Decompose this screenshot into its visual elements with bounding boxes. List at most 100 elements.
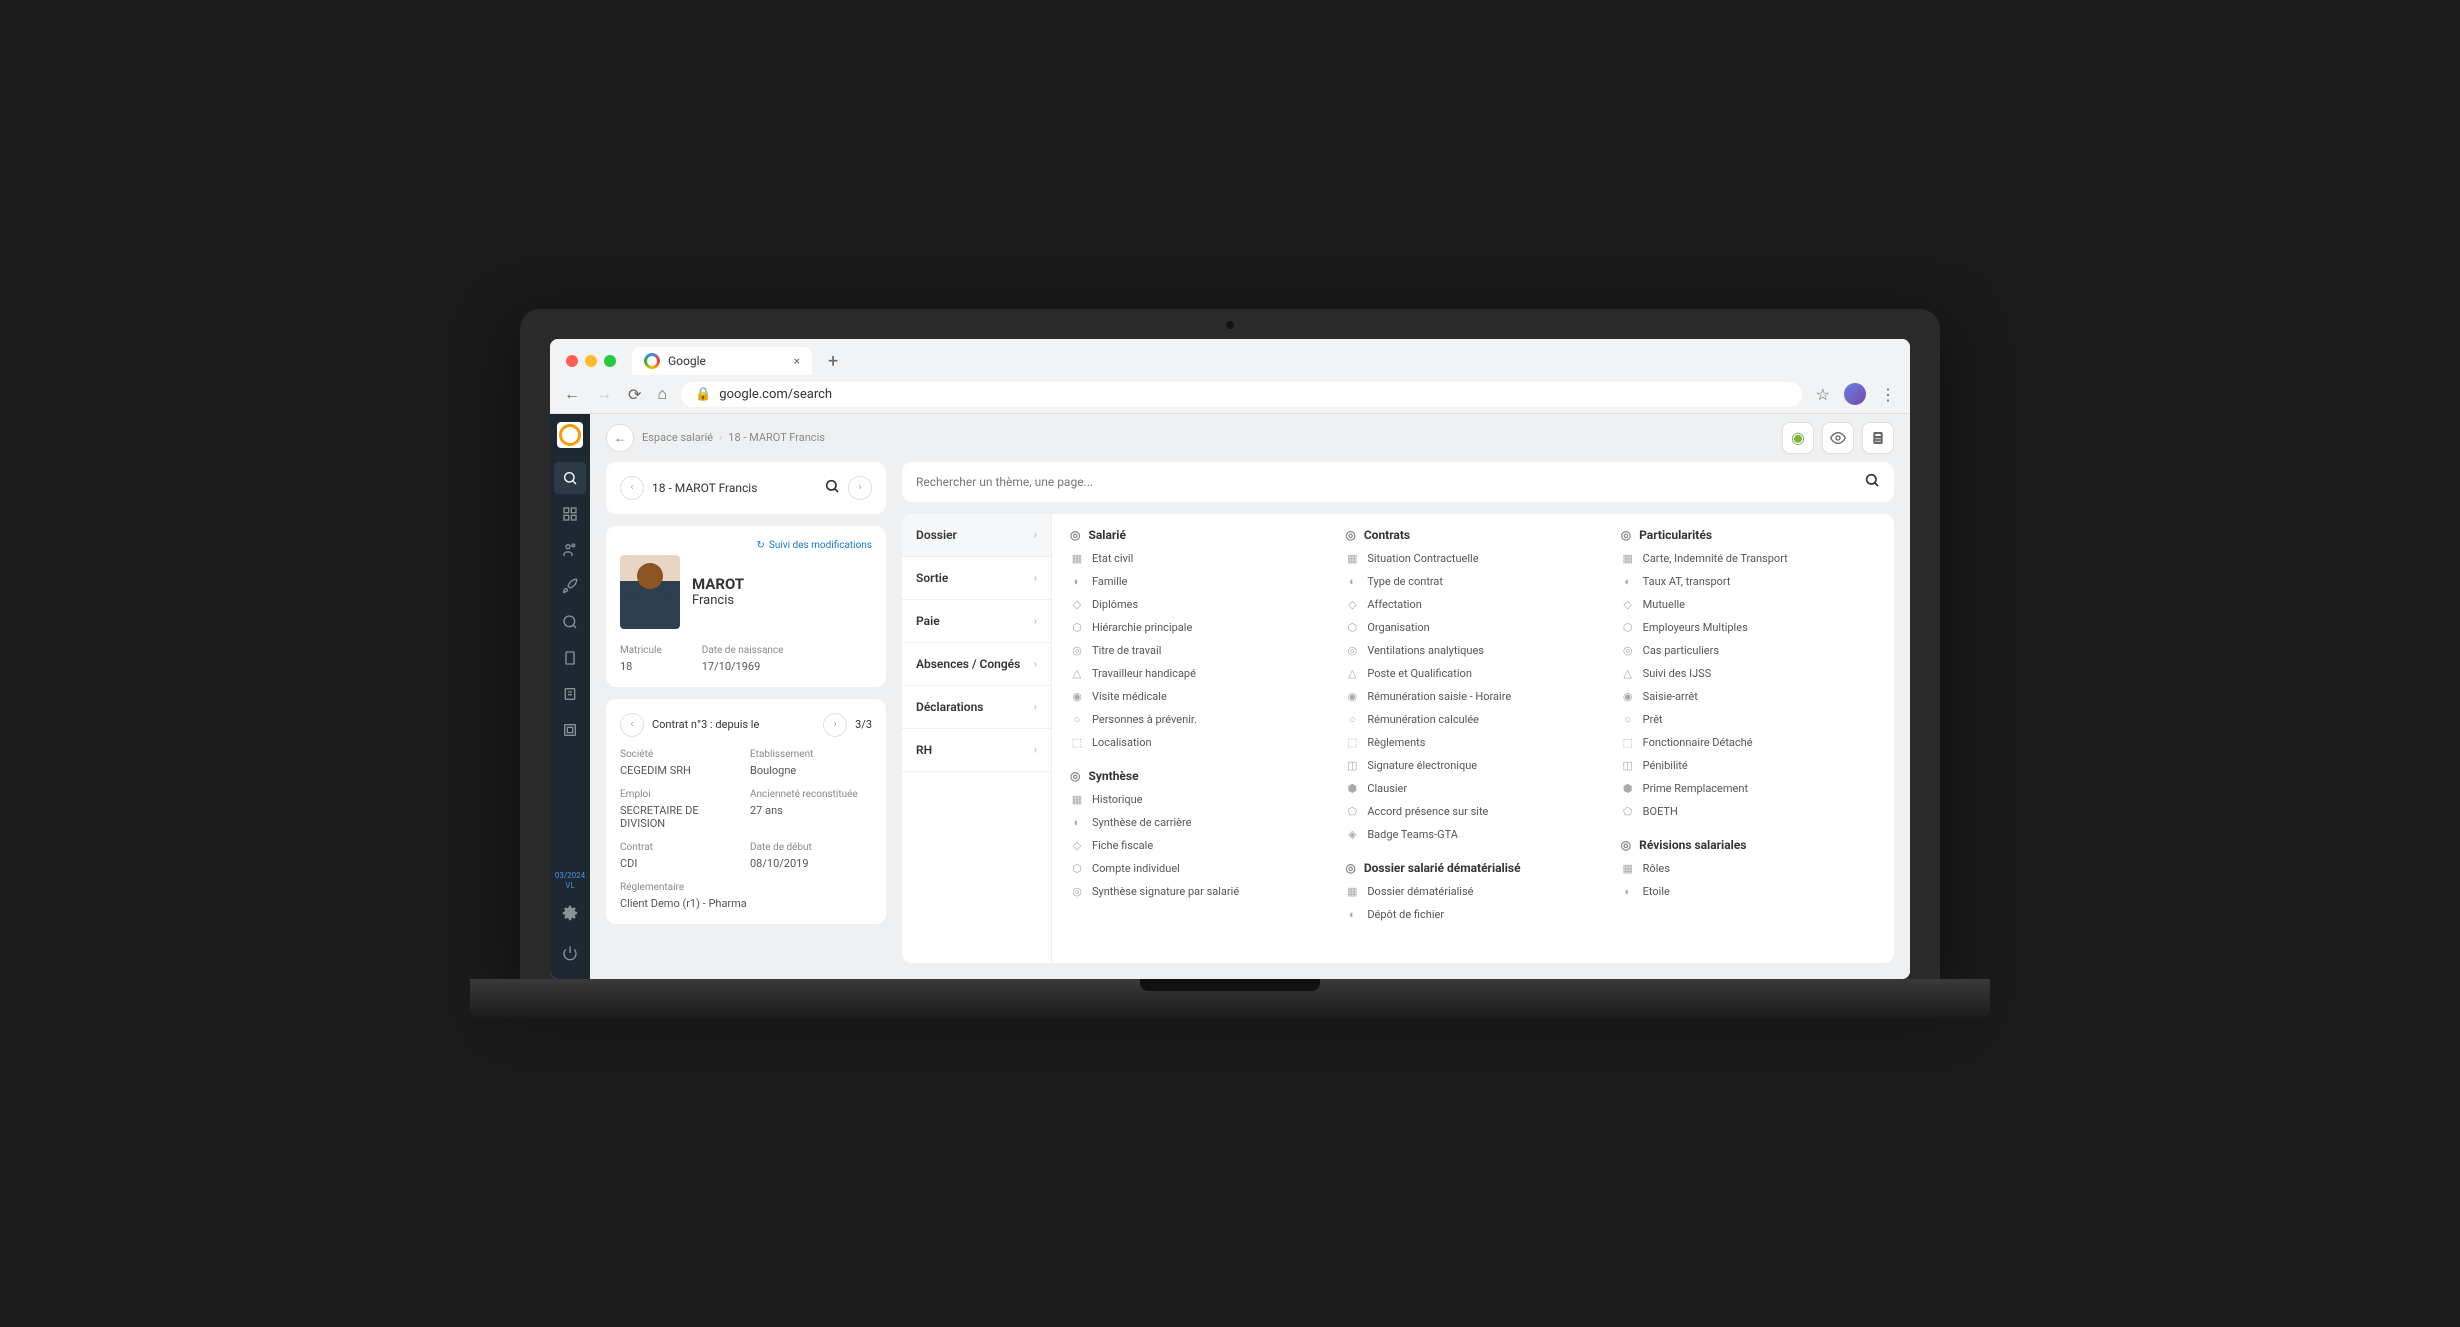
next-contract-button[interactable]: › <box>823 713 847 737</box>
link-item[interactable]: ◐Dépôt de fichier <box>1345 906 1600 923</box>
link-item[interactable]: ⬚Fonctionnaire Détaché <box>1621 734 1876 751</box>
link-item[interactable]: ◐Famille <box>1070 573 1325 590</box>
category-item[interactable]: Dossier› <box>902 514 1051 557</box>
link-item[interactable]: ◇Diplômes <box>1070 596 1325 613</box>
link-item[interactable]: ⬠Accord présence sur site <box>1345 803 1600 820</box>
link-item[interactable]: ⬡Employeurs Multiples <box>1621 619 1876 636</box>
link-item[interactable]: ⬚Localisation <box>1070 734 1325 751</box>
contract-field-value: 27 ans <box>750 804 872 817</box>
track-modifications-link[interactable]: ↻ Suivi des modifications <box>620 540 872 551</box>
breadcrumb-root[interactable]: Espace salarié <box>642 431 713 444</box>
link-item[interactable]: ○Prêt <box>1621 711 1876 728</box>
link-label: Dossier dématérialisé <box>1367 885 1473 898</box>
menu-icon[interactable]: ⋮ <box>1878 383 1898 406</box>
sidebar-list-icon[interactable] <box>554 678 586 710</box>
link-item[interactable]: ◐Synthèse de carrière <box>1070 814 1325 831</box>
maximize-window-icon[interactable] <box>604 355 616 367</box>
prev-contract-button[interactable]: ‹ <box>620 713 644 737</box>
link-item[interactable]: ◉Visite médicale <box>1070 688 1325 705</box>
link-item[interactable]: ◇Mutuelle <box>1621 596 1876 613</box>
link-item[interactable]: ◫Pénibilité <box>1621 757 1876 774</box>
app-logo[interactable] <box>557 422 583 448</box>
link-label: Diplômes <box>1092 598 1138 611</box>
link-item[interactable]: ◐Taux AT, transport <box>1621 573 1876 590</box>
link-item[interactable]: ◎Ventilations analytiques <box>1345 642 1600 659</box>
topbar-back-button[interactable]: ← <box>606 424 634 452</box>
link-item[interactable]: ⬢Prime Remplacement <box>1621 780 1876 797</box>
link-item[interactable]: ⬢Clausier <box>1345 780 1600 797</box>
topbar-status-icon[interactable]: ◉ <box>1782 422 1814 454</box>
sidebar-search-icon[interactable] <box>554 462 586 494</box>
link-item[interactable]: ◐Type de contrat <box>1345 573 1600 590</box>
sidebar-layout-icon[interactable] <box>554 714 586 746</box>
lock-icon: 🔒 <box>695 387 711 402</box>
minimize-window-icon[interactable] <box>585 355 597 367</box>
category-item[interactable]: Absences / Congés› <box>902 643 1051 686</box>
link-item[interactable]: ▦Etat civil <box>1070 550 1325 567</box>
category-item[interactable]: RH› <box>902 729 1051 772</box>
topbar-eye-icon[interactable] <box>1822 422 1854 454</box>
power-icon[interactable] <box>554 937 586 969</box>
url-input[interactable]: 🔒 google.com/search <box>681 382 1802 407</box>
home-button[interactable]: ⌂ <box>655 382 669 406</box>
link-item[interactable]: ◎Titre de travail <box>1070 642 1325 659</box>
close-tab-icon[interactable]: × <box>794 354 800 368</box>
link-item[interactable]: ◉Saisie-arrêt <box>1621 688 1876 705</box>
prev-employee-button[interactable]: ‹ <box>620 476 644 500</box>
link-item[interactable]: ⬚Règlements <box>1345 734 1600 751</box>
close-window-icon[interactable] <box>566 355 578 367</box>
link-item[interactable]: ▦Dossier dématérialisé <box>1345 883 1600 900</box>
link-item[interactable]: ◐Etoile <box>1621 883 1876 900</box>
back-button[interactable]: ← <box>562 382 582 406</box>
link-label: Prime Remplacement <box>1643 782 1748 795</box>
matricule-label: Matricule <box>620 645 662 656</box>
next-employee-button[interactable]: › <box>848 476 872 500</box>
link-item[interactable]: ⬠BOETH <box>1621 803 1876 820</box>
search-input[interactable] <box>916 475 1864 489</box>
forward-button[interactable]: → <box>594 382 614 406</box>
new-tab-button[interactable]: + <box>820 347 846 376</box>
link-item[interactable]: ○Personnes à prévenir. <box>1070 711 1325 728</box>
sidebar-doc-icon[interactable] <box>554 642 586 674</box>
sidebar-apps-icon[interactable] <box>554 498 586 530</box>
category-item[interactable]: Sortie› <box>902 557 1051 600</box>
sidebar-rocket-icon[interactable] <box>554 570 586 602</box>
contract-field-label: Etablissement <box>750 749 872 760</box>
link-item[interactable]: △Poste et Qualification <box>1345 665 1600 682</box>
link-item[interactable]: ▦Carte, Indemnité de Transport <box>1621 550 1876 567</box>
category-item[interactable]: Déclarations› <box>902 686 1051 729</box>
link-item[interactable]: ◇Fiche fiscale <box>1070 837 1325 854</box>
search-icon[interactable] <box>824 478 840 498</box>
link-label: Synthèse signature par salarié <box>1092 885 1239 898</box>
link-item[interactable]: ◫Signature électronique <box>1345 757 1600 774</box>
link-item[interactable]: ▦Historique <box>1070 791 1325 808</box>
link-item[interactable]: ◉Rémunération saisie - Horaire <box>1345 688 1600 705</box>
link-item[interactable]: ▦Rôles <box>1621 860 1876 877</box>
settings-icon[interactable] <box>554 897 586 929</box>
item-icon: ◉ <box>1345 690 1359 703</box>
browser-tab[interactable]: Google × <box>632 347 812 375</box>
employee-photo <box>620 555 680 629</box>
star-icon[interactable]: ☆ <box>1814 383 1832 406</box>
reload-button[interactable]: ⟳ <box>626 383 643 406</box>
link-item[interactable]: ▦Situation Contractuelle <box>1345 550 1600 567</box>
link-item[interactable]: ◎Synthèse signature par salarié <box>1070 883 1325 900</box>
category-item[interactable]: Paie› <box>902 600 1051 643</box>
link-item[interactable]: △Suivi des IJSS <box>1621 665 1876 682</box>
link-item[interactable]: ◇Affectation <box>1345 596 1600 613</box>
profile-avatar[interactable] <box>1844 383 1866 405</box>
item-icon: ◐ <box>1070 816 1084 829</box>
sidebar-people-icon[interactable] <box>554 534 586 566</box>
item-icon: ▦ <box>1621 552 1635 565</box>
link-item[interactable]: ○Rémunération calculée <box>1345 711 1600 728</box>
item-icon: ○ <box>1621 713 1635 726</box>
link-item[interactable]: ◎Cas particuliers <box>1621 642 1876 659</box>
link-item[interactable]: ⬡Compte individuel <box>1070 860 1325 877</box>
link-item[interactable]: ⬡Organisation <box>1345 619 1600 636</box>
link-item[interactable]: ⬡Hiérarchie principale <box>1070 619 1325 636</box>
link-item[interactable]: ◈Badge Teams-GTA <box>1345 826 1600 843</box>
link-item[interactable]: △Travailleur handicapé <box>1070 665 1325 682</box>
sidebar-zoom-icon[interactable] <box>554 606 586 638</box>
topbar-calculator-icon[interactable] <box>1862 422 1894 454</box>
search-icon[interactable] <box>1864 472 1880 492</box>
